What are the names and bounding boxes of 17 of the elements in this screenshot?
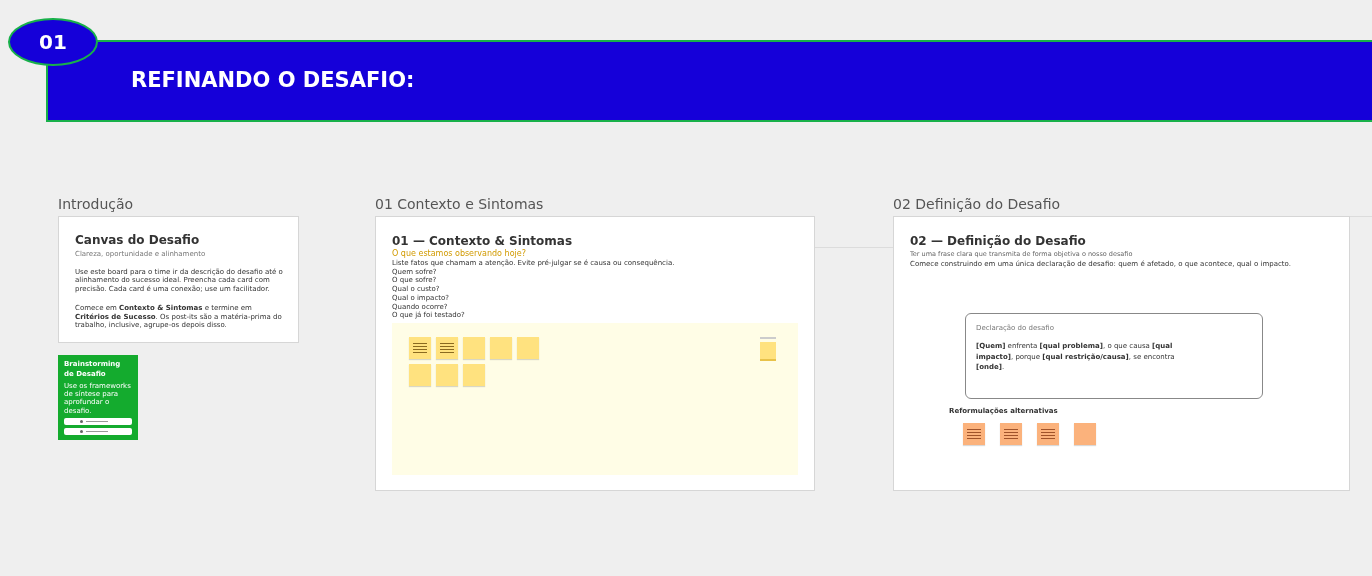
card-question: O que estamos observando hoje? xyxy=(392,250,527,259)
card-title: Canvas do Desafio xyxy=(75,232,201,249)
card-title: 02 — Definição do Desafio xyxy=(910,233,1087,250)
sticky-note[interactable] xyxy=(1000,423,1022,446)
header-title: REFINANDO O DESAFIO: xyxy=(131,67,415,95)
section-label: Introdução xyxy=(58,195,135,214)
sticky-note[interactable] xyxy=(1037,423,1059,446)
option-bar[interactable] xyxy=(64,428,132,436)
sticky-note[interactable] xyxy=(409,337,431,360)
section-label: 01 Contexto e Sintomas xyxy=(375,195,545,214)
sticky-note[interactable] xyxy=(963,423,985,446)
card-title: 01 — Contexto & Sintomas xyxy=(392,233,574,249)
step-badge: 01 xyxy=(8,18,98,66)
sticky-pad[interactable] xyxy=(760,337,776,362)
option-bar[interactable] xyxy=(64,418,132,426)
sticky-note[interactable] xyxy=(436,337,458,360)
section-label: 02 Definição do Desafio xyxy=(893,195,1062,214)
